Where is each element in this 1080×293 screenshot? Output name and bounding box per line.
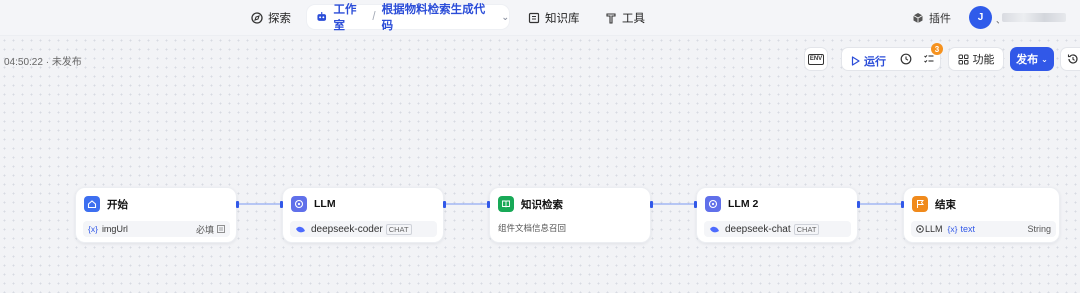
model-name: deepseek-chat <box>725 223 791 235</box>
node-start[interactable]: 开始 {x} imgUrl 必填 <box>75 187 237 243</box>
input-port[interactable] <box>694 201 697 208</box>
output-port[interactable] <box>857 201 860 208</box>
node-title: 知识检索 <box>521 198 563 211</box>
input-port[interactable] <box>901 201 904 208</box>
workflow-edges <box>238 203 901 205</box>
node-description: 组件文档信息召回 <box>498 223 567 233</box>
node-llm[interactable]: LLM deepseek-coder CHAT <box>282 187 444 243</box>
home-icon <box>84 196 100 212</box>
node-title: 开始 <box>107 198 128 211</box>
llm-icon <box>291 196 307 212</box>
node-title: LLM <box>314 198 336 210</box>
output-port[interactable] <box>443 201 446 208</box>
input-variable-row[interactable]: {x} imgUrl 必填 <box>83 221 230 237</box>
required-label: 必填 <box>195 224 214 235</box>
variable-icon: {x} <box>88 224 98 234</box>
whale-icon <box>296 226 305 232</box>
llm-icon <box>916 225 924 233</box>
llm-icon <box>705 196 721 212</box>
node-title: 结束 <box>935 198 956 211</box>
model-row[interactable]: deepseek-coder CHAT <box>290 221 437 237</box>
node-end[interactable]: 结束 LLM {x} text String <box>903 187 1060 243</box>
variable-name: text <box>960 224 975 234</box>
variable-name: imgUrl <box>101 224 128 234</box>
input-port[interactable] <box>280 201 283 208</box>
model-row[interactable]: deepseek-chat CHAT <box>704 221 851 237</box>
variable-type: String <box>1027 224 1051 234</box>
input-port[interactable] <box>487 201 490 208</box>
model-mode-tag: CHAT <box>385 223 412 235</box>
source-node: LLM <box>925 224 943 234</box>
whale-icon <box>710 226 719 232</box>
book-icon <box>498 196 514 212</box>
model-mode-tag: CHAT <box>793 223 820 235</box>
form-icon <box>217 225 225 233</box>
node-knowledge-retrieval[interactable]: 知识检索 组件文档信息召回 <box>489 187 651 243</box>
node-title: LLM 2 <box>728 198 759 210</box>
variable-icon: {x} <box>947 224 958 234</box>
output-port[interactable] <box>650 201 653 208</box>
model-name: deepseek-coder <box>311 223 383 235</box>
node-llm-2[interactable]: LLM 2 deepseek-chat CHAT <box>696 187 858 243</box>
flag-icon <box>912 196 928 212</box>
output-port[interactable] <box>236 201 239 208</box>
output-variable-row[interactable]: LLM {x} text String <box>911 221 1056 237</box>
